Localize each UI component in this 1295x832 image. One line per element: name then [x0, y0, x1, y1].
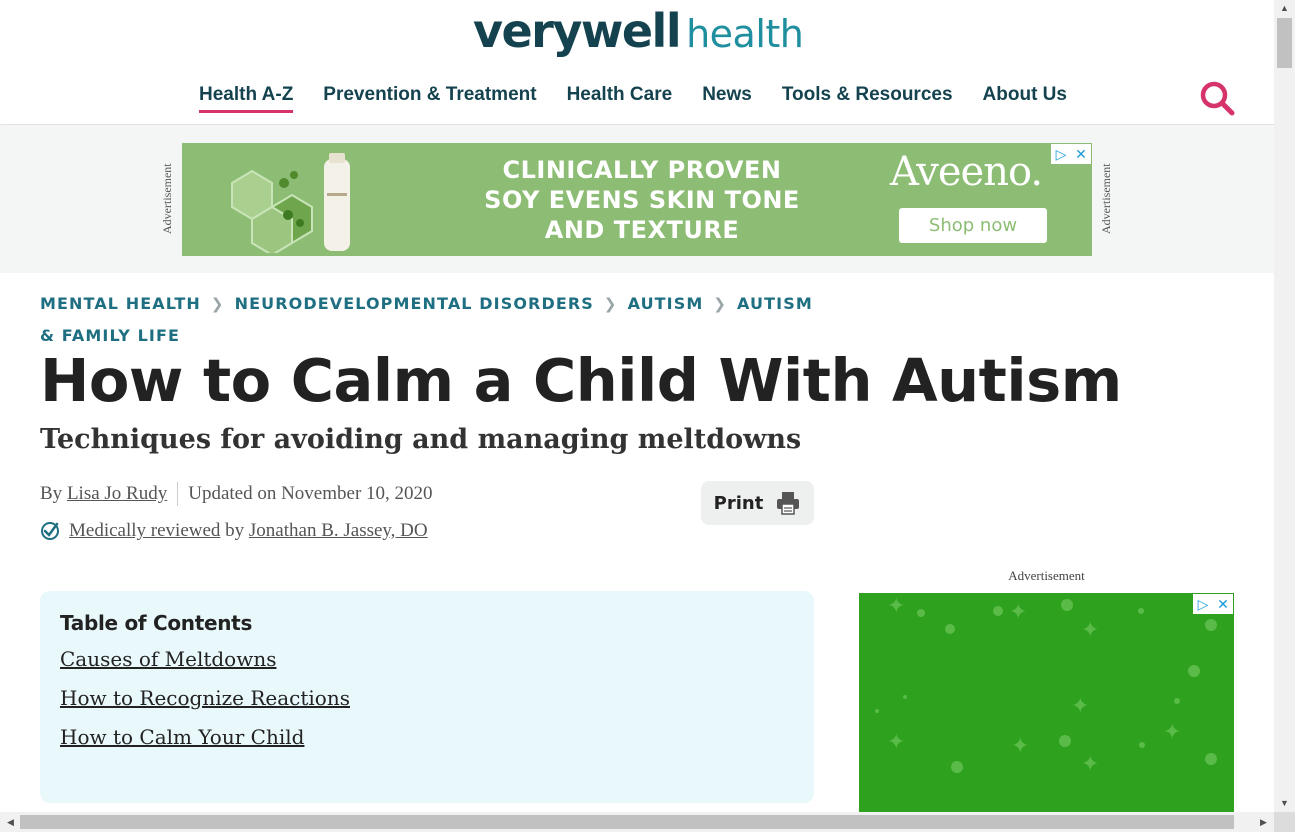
print-button[interactable]: Print: [701, 481, 814, 525]
toc-link[interactable]: How to Recognize Reactions: [60, 686, 794, 710]
breadcrumb-item[interactable]: NEURODEVELOPMENTAL DISORDERS: [235, 294, 594, 313]
adchoices-icon[interactable]: ▷: [1051, 144, 1071, 164]
ad-headline: CLINICALLY PROVEN SOY EVENS SKIN TONE AN…: [482, 155, 802, 245]
side-ad-label: Advertisement: [1008, 568, 1085, 583]
byline-divider: [177, 482, 179, 506]
site-logo[interactable]: verywell health: [473, 4, 804, 68]
printer-icon: [777, 492, 800, 515]
side-ad[interactable]: ✦ ✦ ✦ ✦ ✦ ✦ ✦ ✦ ▷ ✕: [859, 593, 1234, 815]
toc-link[interactable]: How to Calm Your Child: [60, 725, 794, 749]
scroll-down-arrow-icon[interactable]: ▼: [1274, 795, 1295, 812]
svg-text:✦: ✦: [1009, 600, 1027, 625]
nav-item-tools-resources[interactable]: Tools & Resources: [782, 84, 953, 113]
page-title: How to Calm a Child With Autism: [40, 346, 1122, 415]
ad-headline-line: AND TEXTURE: [544, 216, 740, 244]
medical-review: Medically reviewed by Jonathan B. Jassey…: [40, 520, 428, 542]
breadcrumb-item[interactable]: AUTISM: [628, 294, 704, 313]
horizontal-scroll-thumb[interactable]: [20, 815, 1234, 829]
ad-label-right: Advertisement: [1099, 163, 1113, 235]
svg-text:✦: ✦: [1011, 734, 1029, 759]
reviewer-link[interactable]: Jonathan B. Jassey, DO: [249, 520, 428, 542]
updated-date: Updated on November 10, 2020: [188, 483, 433, 504]
ad-sparkle-pattern: ✦ ✦ ✦ ✦ ✦ ✦ ✦ ✦: [875, 594, 1217, 777]
close-icon[interactable]: ✕: [1071, 144, 1091, 164]
reviewed-by-text: by: [225, 520, 245, 541]
author-link[interactable]: Lisa Jo Rudy: [67, 483, 167, 505]
top-ad-banner[interactable]: CLINICALLY PROVEN SOY EVENS SKIN TONE AN…: [182, 143, 1092, 256]
close-icon[interactable]: ✕: [1213, 594, 1233, 614]
print-label: Print: [713, 492, 764, 514]
scrollbar-corner: [1274, 812, 1295, 832]
svg-text:✦: ✦: [1081, 752, 1099, 777]
verified-check-icon: [41, 522, 59, 540]
search-icon: [1200, 81, 1235, 116]
page-subtitle: Techniques for avoiding and managing mel…: [40, 424, 802, 455]
scroll-right-arrow-icon[interactable]: ▶: [1255, 812, 1272, 832]
adchoices-icon[interactable]: ▷: [1193, 594, 1213, 614]
byline-prefix: By: [40, 483, 63, 504]
ad-product-image: [231, 153, 350, 253]
breadcrumb: MENTAL HEALTH ❯ NEURODEVELOPMENTAL DISORDE…: [40, 288, 830, 352]
chevron-right-icon: ❯: [603, 295, 618, 313]
toc-link[interactable]: Causes of Meltdowns: [60, 647, 794, 671]
svg-text:✦: ✦: [1081, 618, 1099, 643]
breadcrumb-item[interactable]: MENTAL HEALTH: [40, 294, 201, 313]
medically-reviewed-link[interactable]: Medically reviewed: [69, 520, 220, 542]
chevron-right-icon: ❯: [713, 295, 728, 313]
byline: By Lisa Jo Rudy Updated on November 10, …: [40, 482, 433, 506]
ad-label-left: Advertisement: [160, 163, 174, 235]
chevron-right-icon: ❯: [210, 295, 225, 313]
svg-text:✦: ✦: [887, 594, 905, 619]
svg-text:✦: ✦: [887, 730, 905, 755]
scroll-left-arrow-icon[interactable]: ◀: [2, 812, 19, 832]
ad-headline-line: SOY EVENS SKIN TONE: [484, 186, 800, 214]
ad-headline-line: CLINICALLY PROVEN: [502, 156, 782, 184]
nav-item-health-a-z[interactable]: Health A-Z: [199, 84, 294, 113]
nav-item-health-care[interactable]: Health Care: [567, 84, 673, 113]
vertical-scroll-thumb[interactable]: [1277, 18, 1292, 68]
logo-main-text: verywell: [473, 4, 682, 58]
logo-sub-text: health: [686, 12, 804, 56]
horizontal-scrollbar[interactable]: ◀ ▶: [0, 812, 1295, 832]
svg-text:✦: ✦: [1071, 694, 1089, 719]
nav-item-about-us[interactable]: About Us: [983, 84, 1067, 113]
adchoices[interactable]: ▷ ✕: [1051, 144, 1091, 164]
nav-item-prevention-treatment[interactable]: Prevention & Treatment: [323, 84, 536, 113]
vertical-scrollbar[interactable]: ▲ ▼: [1274, 0, 1295, 812]
toc-title: Table of Contents: [60, 611, 253, 635]
site-header: verywell health Health A-Z Prevention & …: [0, 0, 1274, 125]
main-nav: Health A-Z Prevention & Treatment Health…: [199, 84, 1097, 113]
table-of-contents: Table of Contents Causes of Meltdowns Ho…: [40, 591, 814, 803]
ad-brand: Aveeno.: [890, 149, 1043, 195]
adchoices[interactable]: ▷ ✕: [1193, 594, 1233, 614]
svg-text:✦: ✦: [1163, 720, 1181, 745]
nav-item-news[interactable]: News: [702, 84, 752, 113]
scroll-up-arrow-icon[interactable]: ▲: [1274, 0, 1295, 17]
ad-shop-now-button[interactable]: Shop now: [899, 208, 1047, 243]
search-button[interactable]: [1198, 79, 1238, 119]
